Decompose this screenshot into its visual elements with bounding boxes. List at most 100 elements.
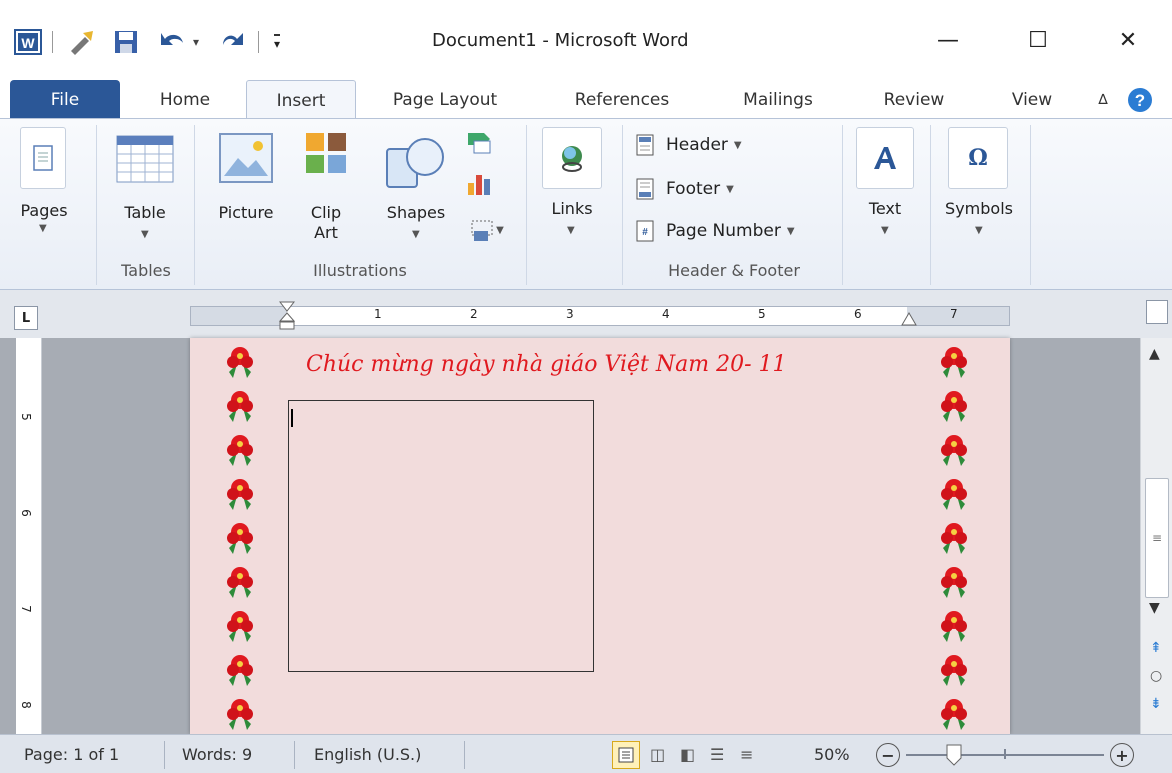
flower-border-icon — [937, 342, 971, 382]
footer-dropdown-icon: ▼ — [726, 183, 734, 195]
table-icon[interactable] — [114, 131, 176, 187]
status-separator — [164, 741, 165, 769]
svg-text:?: ? — [1135, 91, 1145, 110]
vertical-ruler[interactable]: 5 6 7 8 — [16, 338, 42, 734]
collapse-ribbon-icon[interactable]: ∆ — [1088, 80, 1118, 120]
screenshot-icon — [471, 220, 493, 241]
minimize-icon: — — [937, 27, 959, 53]
maximize-icon: ☐ — [1028, 27, 1048, 53]
draft-view-icon[interactable]: ≡ — [740, 745, 753, 764]
tab-selector-button[interactable]: L — [14, 306, 38, 330]
zoom-out-button[interactable]: − — [876, 743, 900, 767]
ruler-margin-left — [191, 307, 287, 325]
scroll-down-icon[interactable]: ▼ — [1149, 600, 1160, 616]
zoom-slider-center-tick — [1004, 749, 1006, 759]
tab-view[interactable]: View — [994, 80, 1070, 120]
tab-file[interactable]: File — [10, 80, 120, 120]
previous-page-icon[interactable]: ⇞ — [1150, 640, 1162, 656]
links-button[interactable] — [542, 127, 602, 189]
text-box[interactable] — [288, 400, 594, 672]
tab-home[interactable]: Home — [140, 80, 230, 120]
text-dropdown-icon: ▼ — [881, 225, 889, 236]
redo-icon[interactable] — [214, 22, 250, 62]
ribbon-tabs: File Home Insert Page Layout References … — [0, 70, 1172, 121]
tab-mailings[interactable]: Mailings — [720, 80, 836, 120]
right-indent-marker-icon[interactable] — [901, 311, 917, 327]
screenshot-dropdown-icon: ▼ — [496, 224, 504, 236]
page-number-button[interactable]: # Page Number ▼ — [636, 217, 836, 245]
shapes-label[interactable]: Shapes — [376, 203, 456, 223]
smartart-icon[interactable] — [464, 127, 494, 157]
ruler-number: 8 — [18, 701, 33, 709]
clip-art-label-1[interactable]: Clip — [300, 203, 352, 223]
print-layout-view-button[interactable] — [612, 741, 640, 769]
title-bar: W ▾ ▾ Document1 - Microsoft Word — ☐ ✕ — [0, 0, 1172, 70]
screenshot-button[interactable]: ▼ — [464, 215, 510, 245]
status-bar: Page: 1 of 1 Words: 9 English (U.S.) ◫ ◧… — [0, 734, 1172, 773]
undo-button[interactable]: ▾ — [150, 22, 206, 62]
outline-view-icon[interactable]: ☰ — [710, 745, 724, 764]
pages-button[interactable] — [20, 127, 66, 189]
flower-border-icon — [937, 650, 971, 690]
flower-border-icon — [937, 386, 971, 426]
group-separator — [930, 125, 931, 285]
word-count[interactable]: Words: 9 — [182, 735, 252, 773]
symbols-label: Symbols — [945, 199, 1013, 218]
table-dropdown-icon: ▼ — [141, 229, 149, 240]
table-label[interactable]: Table — [112, 203, 178, 223]
picture-icon[interactable] — [216, 129, 276, 187]
tab-references[interactable]: References — [554, 80, 690, 120]
chart-icon[interactable] — [464, 169, 494, 199]
document-heading[interactable]: Chúc mừng ngày nhà giáo Việt Nam 20- 11 — [306, 352, 906, 377]
minimize-button[interactable]: — — [918, 20, 978, 60]
vertical-scrollbar[interactable]: ▲ ≡ ▼ ⇞ ○ ⇟ — [1140, 338, 1172, 734]
links-dropdown-icon: ▼ — [567, 225, 575, 236]
zoom-slider-thumb[interactable] — [946, 744, 962, 766]
header-button[interactable]: Header ▼ — [636, 131, 826, 159]
language[interactable]: English (U.S.) — [314, 735, 421, 773]
ruler-number: 5 — [18, 413, 33, 421]
flower-border-icon — [937, 518, 971, 558]
scroll-up-icon[interactable]: ▲ — [1149, 346, 1160, 362]
zoom-in-button[interactable]: + — [1110, 743, 1134, 767]
tab-page-layout[interactable]: Page Layout — [372, 80, 518, 120]
group-label-illustrations: Illustrations — [313, 261, 407, 280]
omega-icon: Ω — [968, 145, 988, 171]
clip-art-icon[interactable] — [302, 129, 350, 177]
page-number-label: Page Number — [666, 221, 781, 241]
tab-insert[interactable]: Insert — [246, 80, 356, 121]
page-border-left — [220, 338, 260, 734]
word-app-icon[interactable]: W — [10, 22, 46, 62]
symbols-button[interactable]: Ω — [948, 127, 1008, 189]
qa-separator — [48, 22, 56, 62]
zoom-thumb-icon — [946, 744, 962, 766]
group-label-tables: Tables — [121, 261, 171, 280]
help-button[interactable]: ? — [1120, 80, 1160, 120]
shapes-icon[interactable] — [384, 133, 448, 193]
tab-review[interactable]: Review — [866, 80, 962, 120]
undo-dropdown-icon[interactable]: ▾ — [193, 35, 199, 49]
maximize-button[interactable]: ☐ — [1008, 20, 1068, 60]
picture-label[interactable]: Picture — [210, 203, 282, 223]
indent-marker-icon[interactable] — [279, 301, 295, 331]
flower-border-icon — [937, 562, 971, 602]
clip-art-label-2[interactable]: Art — [300, 223, 352, 243]
horizontal-ruler[interactable]: 1 2 3 4 5 6 7 — [190, 301, 1010, 330]
zoom-level[interactable]: 50% — [814, 735, 850, 773]
customize-qa-button[interactable]: ▾ — [264, 22, 290, 62]
web-layout-icon[interactable]: ◧ — [680, 745, 695, 764]
format-painter-icon[interactable] — [64, 22, 100, 62]
save-icon[interactable] — [108, 22, 144, 62]
page-count[interactable]: Page: 1 of 1 — [24, 735, 119, 773]
full-screen-reading-icon[interactable]: ◫ — [650, 745, 665, 764]
close-button[interactable]: ✕ — [1098, 20, 1158, 60]
next-page-icon[interactable]: ⇟ — [1150, 696, 1162, 712]
page-number-icon: # — [636, 220, 654, 242]
document-page[interactable]: Chúc mừng ngày nhà giáo Việt Nam 20- 11 — [190, 338, 1010, 734]
ruler-number: 1 — [374, 307, 382, 321]
select-browse-object-icon[interactable]: ○ — [1150, 668, 1162, 684]
scroll-thumb[interactable]: ≡ — [1145, 478, 1169, 598]
view-ruler-button[interactable] — [1146, 300, 1168, 324]
footer-button[interactable]: Footer ▼ — [636, 175, 826, 203]
text-button[interactable] — [856, 127, 914, 189]
